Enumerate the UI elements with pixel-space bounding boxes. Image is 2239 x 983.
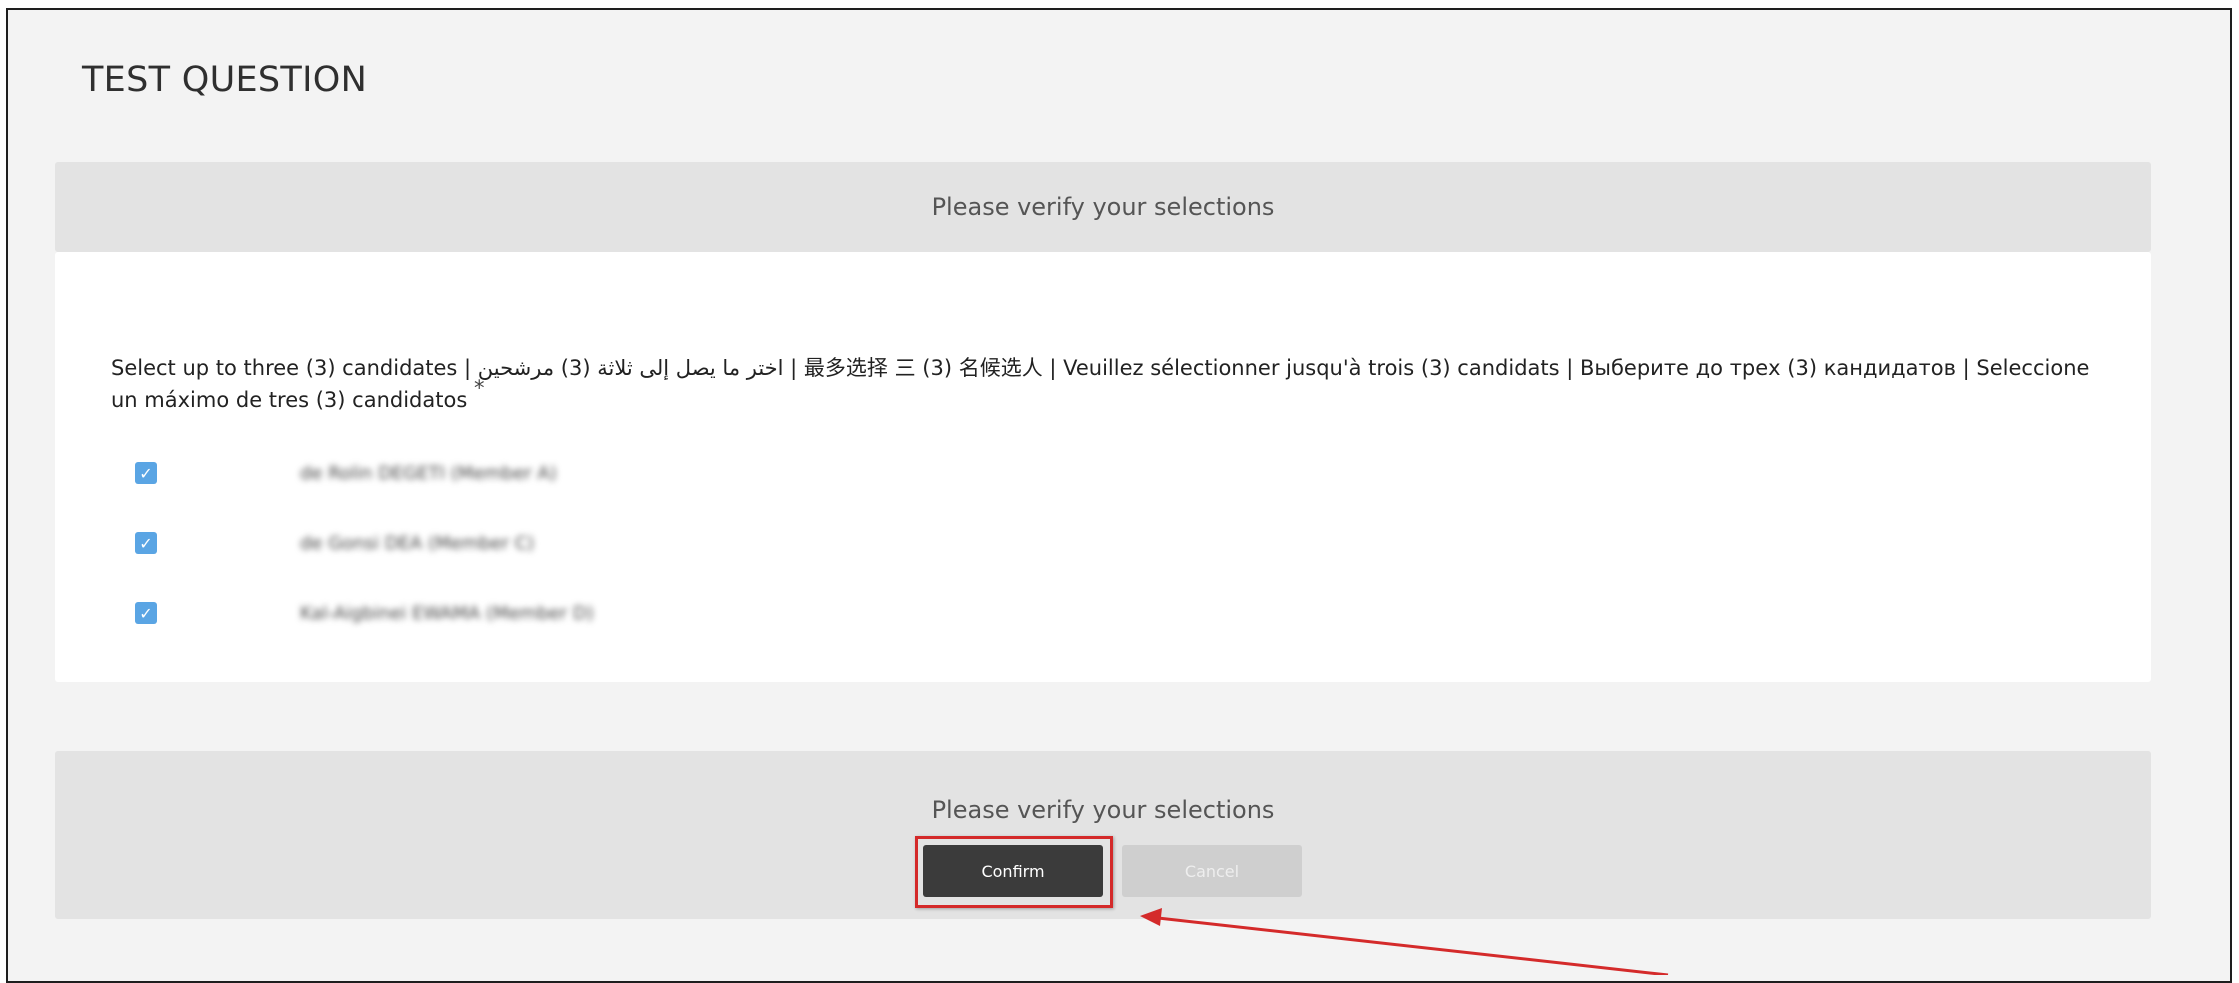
confirm-highlight-box [915, 836, 1113, 908]
question-text: Select up to three (3) candidates | اختر… [111, 356, 2090, 412]
candidate-label: de Rolin DEGETI (Member A) [300, 462, 557, 484]
checkbox-checked-icon[interactable]: ✓ [135, 462, 157, 484]
verify-banner-text: Please verify your selections [931, 193, 1275, 221]
question-prompt: Select up to three (3) candidates | اختر… [111, 352, 2111, 416]
verify-banner: Please verify your selections [55, 162, 2151, 252]
checkbox-checked-icon[interactable]: ✓ [135, 532, 157, 554]
confirm-panel-text: Please verify your selections [931, 796, 1275, 824]
question-card: Select up to three (3) candidates | اختر… [55, 252, 2151, 682]
checkbox-checked-icon[interactable]: ✓ [135, 602, 157, 624]
required-marker: * [473, 376, 485, 400]
candidate-option[interactable]: ✓ de Rolin DEGETI (Member A) [135, 458, 557, 488]
candidate-label: de Gonsi DEA (Member C) [300, 532, 535, 554]
candidate-label: Kal-Aigbinei EWAMA (Member D) [300, 602, 594, 624]
candidate-option[interactable]: ✓ de Gonsi DEA (Member C) [135, 528, 534, 558]
candidate-option[interactable]: ✓ Kal-Aigbinei EWAMA (Member D) [135, 598, 594, 628]
page-title: TEST QUESTION [82, 60, 368, 100]
cancel-button[interactable]: Cancel [1122, 845, 1302, 897]
